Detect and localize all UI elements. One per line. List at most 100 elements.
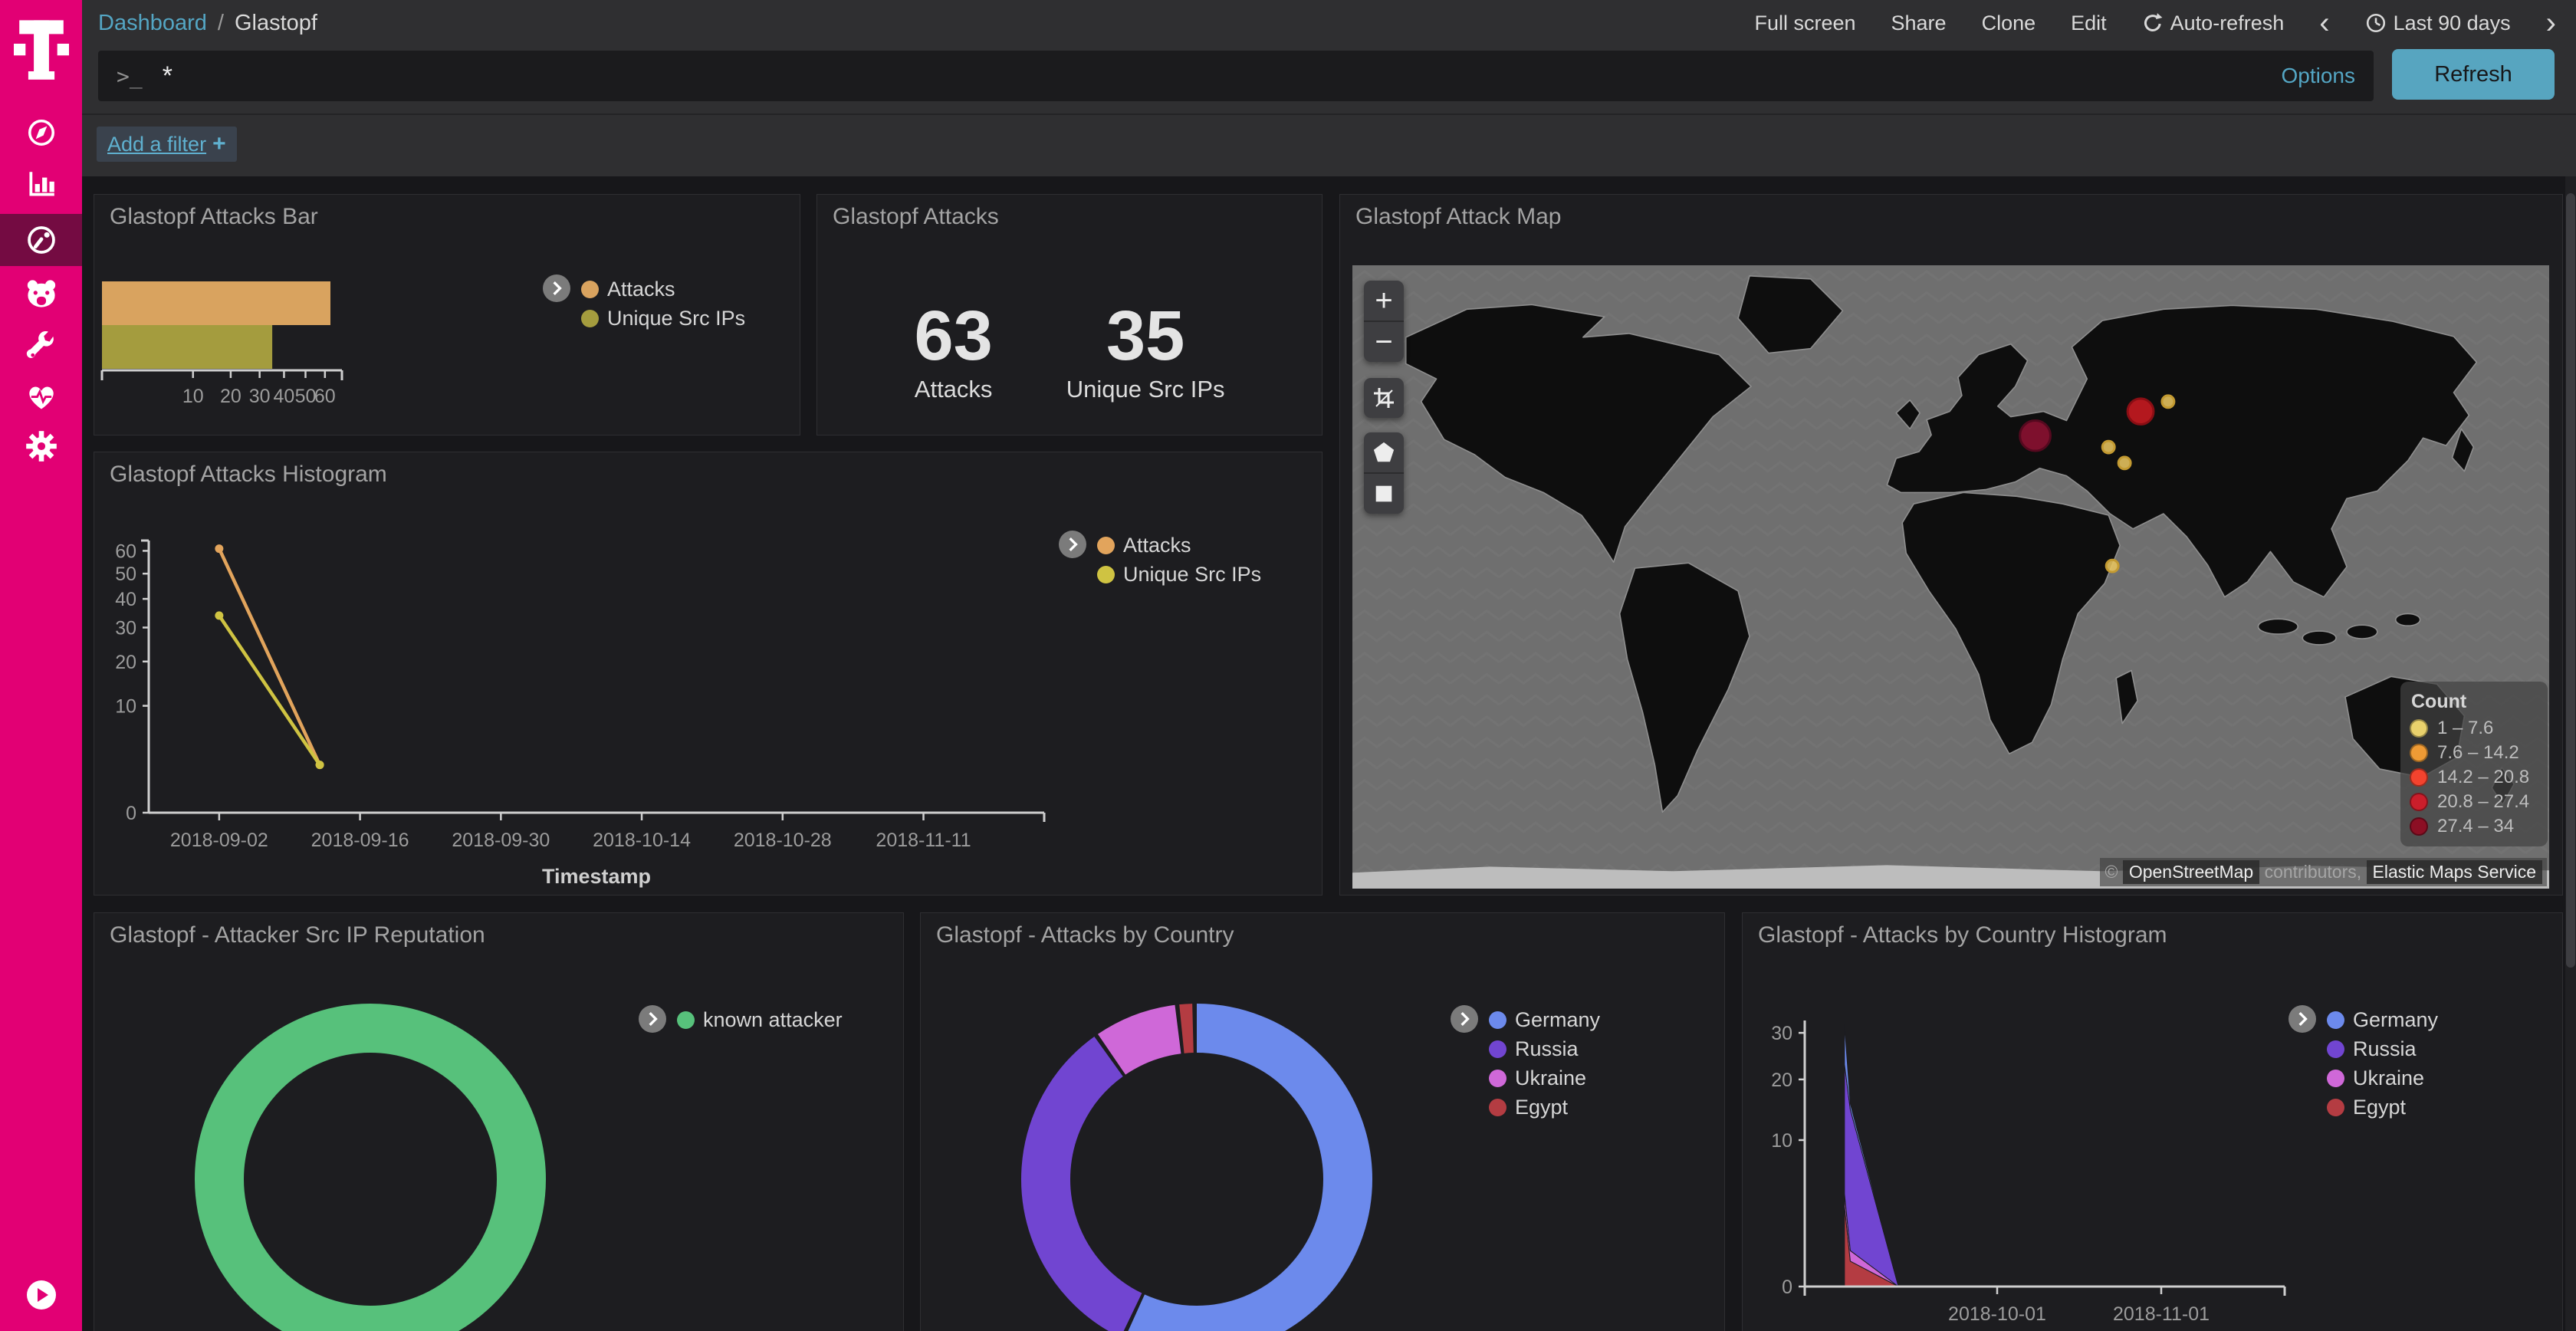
sidebar-item-bear[interactable] [0, 268, 82, 320]
svg-text:30: 30 [1771, 1023, 1792, 1044]
legend-item-attacks[interactable]: Attacks [1097, 531, 1261, 560]
legend-label: Attacks [1123, 534, 1191, 557]
draw-rectangle-button[interactable] [1364, 472, 1404, 514]
svg-text:10: 10 [182, 386, 204, 407]
legend-toggle-button[interactable] [639, 1005, 666, 1033]
crop-icon [1372, 386, 1396, 410]
copyright-text: © [2104, 862, 2122, 882]
legend-item-germany[interactable]: Germany [2327, 1005, 2438, 1034]
sidebar-item-dev-tools[interactable] [0, 320, 82, 373]
legend-label: Unique Src IPs [1123, 563, 1261, 587]
map-count-legend: Count 1 – 7.6 7.6 – 14.2 14.2 – 20.8 20.… [2400, 682, 2548, 846]
attack-map[interactable]: + − [1352, 265, 2549, 889]
range-dot [2410, 719, 2428, 738]
map-zoom-controls: + − [1364, 281, 1404, 362]
legend: Germany Russia Ukraine Egypt [2288, 1005, 2438, 1122]
auto-refresh-button[interactable]: Auto-refresh [2142, 12, 2285, 35]
panel-title: Glastopf Attack Map [1355, 204, 1561, 230]
metric-label: Unique Src IPs [1066, 376, 1225, 403]
panel-attacks-bar: 102030405060 Glastopf Attacks Bar Attack… [94, 194, 800, 435]
legend-item-russia[interactable]: Russia [1489, 1034, 1600, 1063]
breadcrumb-dashboard[interactable]: Dashboard [98, 11, 207, 36]
legend-item-attacks[interactable]: Attacks [581, 274, 745, 304]
contributors-text: contributors, [2259, 862, 2366, 882]
legend-item-known-attacker[interactable]: known attacker [677, 1005, 843, 1034]
panel-attacks-histogram: 01020304050602018-09-022018-09-162018-09… [94, 452, 1322, 896]
openstreetmap-link[interactable]: OpenStreetMap [2123, 860, 2259, 884]
refresh-button[interactable]: Refresh [2392, 49, 2555, 100]
legend-item-egypt[interactable]: Egypt [2327, 1093, 2438, 1122]
reputation-donut-chart[interactable] [94, 913, 904, 1331]
zoom-in-button[interactable]: + [1364, 281, 1404, 320]
plus-icon: + [212, 131, 226, 157]
legend-label: Egypt [2353, 1096, 2406, 1119]
legend-dot [1489, 1040, 1506, 1058]
sidebar-item-dashboard[interactable] [0, 214, 82, 266]
map-legend-row: 20.8 – 27.4 [2400, 790, 2548, 814]
scrollbar-track[interactable] [2565, 117, 2576, 1331]
bear-icon [25, 277, 58, 311]
svg-text:10: 10 [1771, 1130, 1792, 1152]
clone-button[interactable]: Clone [1982, 12, 2036, 35]
legend-label: Ukraine [1515, 1066, 1586, 1090]
legend-toggle-button[interactable] [1059, 531, 1086, 558]
fit-bounds-button[interactable] [1364, 378, 1404, 418]
scrollbar-thumb[interactable] [2566, 193, 2575, 968]
edit-button[interactable]: Edit [2071, 12, 2107, 35]
time-range-label: Last 90 days [2394, 12, 2511, 35]
time-forward-button[interactable]: › [2546, 8, 2556, 38]
add-filter-button[interactable]: Add a filter + [97, 127, 237, 162]
svg-text:2018-10-28: 2018-10-28 [734, 830, 832, 851]
legend-item-russia[interactable]: Russia [2327, 1034, 2438, 1063]
country-histogram-chart[interactable]: 01020302018-10-012018-11-01Timestamp [1743, 913, 2563, 1331]
telekom-logo[interactable] [14, 17, 69, 88]
legend-item-ukraine[interactable]: Ukraine [1489, 1063, 1600, 1093]
share-button[interactable]: Share [1891, 12, 1947, 35]
query-prompt-icon: >_ [117, 64, 143, 89]
chevron-right-icon [550, 281, 563, 296]
options-link[interactable]: Options [2282, 64, 2356, 88]
sidebar-item-monitoring[interactable] [0, 370, 82, 422]
legend-item-egypt[interactable]: Egypt [1489, 1093, 1600, 1122]
attacks-histogram-chart[interactable]: 01020304050602018-09-022018-09-162018-09… [94, 452, 1322, 896]
legend-toggle-button[interactable] [1451, 1005, 1478, 1033]
legend-item-germany[interactable]: Germany [1489, 1005, 1600, 1034]
legend-item-unique-src-ips[interactable]: Unique Src IPs [1097, 560, 1261, 589]
draw-polygon-button[interactable] [1364, 432, 1404, 472]
time-picker-button[interactable]: Last 90 days [2365, 12, 2511, 35]
metric-label: Attacks [914, 376, 992, 403]
zoom-out-button[interactable]: − [1364, 320, 1404, 362]
sidebar-item-visualize[interactable] [0, 158, 82, 210]
world-map [1352, 265, 2549, 889]
svg-text:2018-09-16: 2018-09-16 [311, 830, 409, 851]
svg-text:10: 10 [115, 696, 136, 718]
legend-dot [2327, 1040, 2344, 1058]
sidebar-expand-button[interactable] [26, 1280, 57, 1314]
time-back-button[interactable]: ‹ [2319, 8, 2329, 38]
legend-dot [581, 281, 599, 298]
legend-item-unique-src-ips[interactable]: Unique Src IPs [581, 304, 745, 333]
panel-attacks-by-country: Glastopf - Attacks by Country Germany Ru… [920, 912, 1725, 1331]
metric-value: 35 [1066, 301, 1225, 371]
panel-title: Glastopf Attacks Histogram [110, 462, 387, 488]
legend: Attacks Unique Src IPs [543, 274, 745, 333]
map-draw-controls [1364, 432, 1404, 514]
sidebar [0, 0, 82, 1331]
gear-icon [25, 429, 58, 463]
legend-dot [1097, 537, 1115, 554]
sidebar-item-management[interactable] [0, 420, 82, 472]
search-bar: >_ * Options Refresh [82, 46, 2576, 115]
svg-text:Timestamp: Timestamp [542, 865, 651, 888]
elastic-maps-service-link[interactable]: Elastic Maps Service [2367, 860, 2542, 884]
legend-toggle-button[interactable] [2288, 1005, 2316, 1033]
refresh-icon [2142, 12, 2164, 34]
legend-toggle-button[interactable] [543, 274, 570, 302]
map-legend-row: 14.2 – 20.8 [2400, 765, 2548, 790]
wrench-icon [25, 330, 58, 363]
legend-item-ukraine[interactable]: Ukraine [2327, 1063, 2438, 1093]
fullscreen-button[interactable]: Full screen [1754, 12, 1855, 35]
map-legend-row: 27.4 – 34 [2400, 814, 2548, 839]
country-donut-chart[interactable] [921, 913, 1725, 1331]
sidebar-item-discover[interactable] [0, 107, 82, 159]
search-input[interactable]: >_ * Options [98, 51, 2374, 101]
